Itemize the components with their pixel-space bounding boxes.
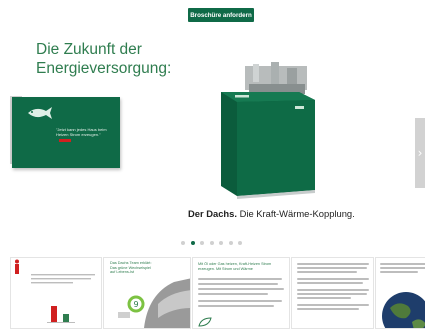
carousel-dots bbox=[181, 241, 242, 245]
page: Broschüre anfordern Die Zukunft der Ener… bbox=[0, 0, 425, 331]
hero-headline-line2: Energieversorgung: bbox=[36, 60, 172, 77]
thumbnail-4-text-line bbox=[297, 282, 363, 284]
carousel-dot-5[interactable] bbox=[219, 241, 223, 245]
caption-tagline: Die Kraft-Wärme-Kopplung. bbox=[236, 208, 355, 219]
hero-headline: Die Zukunft der Energieversorgung: bbox=[36, 40, 206, 78]
hero-slider: Die Zukunft der Energieversorgung: ‹ › "… bbox=[10, 22, 425, 252]
thumbnail-3-title: Mit Öl oder Gas heizen, Kraft-Heizen Str… bbox=[198, 262, 272, 271]
carousel-dot-1[interactable] bbox=[181, 241, 185, 245]
teaser-card[interactable]: "Jetzt kann jedes Haus beim Heizen Strom… bbox=[12, 97, 120, 168]
thumbnail-4-text-line bbox=[297, 271, 357, 273]
fish-icon bbox=[28, 107, 52, 119]
thumbnail-4-text-line bbox=[297, 263, 369, 265]
thumbnail-5-text-line bbox=[380, 263, 425, 265]
hero-headline-line1: Die Zukunft der bbox=[36, 41, 142, 58]
svg-text:9: 9 bbox=[134, 300, 139, 309]
hero-caption: Der Dachs. Die Kraft-Wärme-Kopplung. bbox=[188, 208, 408, 219]
chevron-right-icon: › bbox=[417, 146, 423, 160]
leaf-icon bbox=[198, 317, 212, 327]
carousel-dot-2[interactable] bbox=[190, 241, 195, 245]
thumbnail-3-text-line bbox=[198, 278, 282, 280]
thumbnail-4-text-line bbox=[297, 289, 369, 291]
brochure-request-button[interactable]: Broschüre anfordern bbox=[188, 8, 254, 22]
thumbnail-5-text-line bbox=[380, 271, 418, 273]
thumbnail-5-text-line bbox=[380, 267, 425, 269]
thumbnail-4-text-line bbox=[297, 308, 359, 310]
carousel-dot-6[interactable] bbox=[228, 241, 233, 245]
info-chart-image bbox=[15, 259, 95, 323]
caption-brand: Der Dachs. bbox=[188, 208, 237, 219]
teaser-text: "Jetzt kann jedes Haus beim Heizen Strom… bbox=[56, 127, 107, 137]
thumbnail-3-text-line bbox=[198, 288, 284, 290]
car-charging-image: 9 bbox=[118, 278, 190, 328]
thumbnail-2[interactable]: Das Dachs Team erklärt: Das grüne Wechse… bbox=[103, 257, 191, 329]
thumbnail-4-text-line bbox=[297, 297, 351, 299]
earth-globe-image bbox=[382, 292, 425, 328]
thumbnail-strip: Das Dachs Team erklärt: Das grüne Wechse… bbox=[10, 257, 425, 329]
thumbnail-4-text-line bbox=[297, 267, 367, 269]
thumbnail-5[interactable] bbox=[375, 257, 425, 329]
carousel-dot-7[interactable] bbox=[238, 241, 242, 245]
thumbnail-3-text-line bbox=[198, 283, 278, 285]
thumbnail-3[interactable]: Mit Öl oder Gas heizen, Kraft-Heizen Str… bbox=[192, 257, 290, 329]
thumbnail-4-text-line bbox=[297, 278, 369, 280]
thumbnail-3-text-line bbox=[198, 293, 268, 295]
thumbnail-3-text-line bbox=[198, 300, 282, 302]
thumbnail-3-text-line bbox=[198, 305, 274, 307]
carousel-dot-4[interactable] bbox=[209, 241, 214, 245]
thumbnail-4-text-line bbox=[297, 304, 369, 306]
carousel-dot-3[interactable] bbox=[200, 241, 204, 245]
thumbnail-4-text-line bbox=[297, 293, 367, 295]
dachs-unit-image bbox=[221, 62, 315, 199]
thumbnail-4[interactable] bbox=[291, 257, 374, 329]
thumbnail-1[interactable] bbox=[10, 257, 102, 329]
next-slide-button[interactable]: › bbox=[415, 118, 425, 188]
teaser-link-button[interactable] bbox=[59, 139, 71, 142]
